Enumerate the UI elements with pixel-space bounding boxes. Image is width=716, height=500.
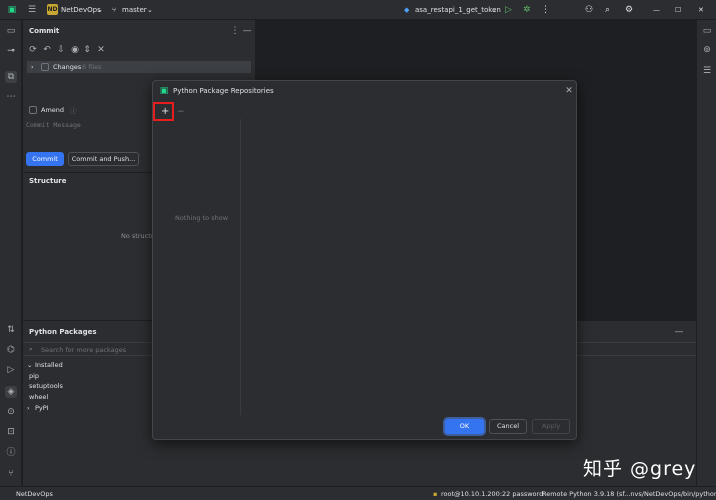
- dialog-app-icon: ▣: [159, 86, 169, 96]
- pycharm-logo-icon: ▣: [7, 5, 17, 15]
- changes-checkbox[interactable]: [41, 63, 49, 71]
- rollback-icon[interactable]: ↶: [41, 44, 53, 56]
- amend-checkbox[interactable]: [29, 106, 37, 114]
- python-console-icon[interactable]: ⌬: [5, 344, 17, 356]
- bottom-panel-hide-icon[interactable]: —: [673, 326, 685, 338]
- changes-label: Changes: [53, 63, 82, 71]
- remove-repository-button[interactable]: −: [177, 107, 185, 117]
- right-tool-strip: ▭ ⊚ ☰: [696, 20, 716, 486]
- installed-expand-chevron-icon[interactable]: ⌄: [27, 361, 32, 369]
- notifications-icon[interactable]: ▭: [701, 25, 713, 37]
- cancel-button[interactable]: Cancel: [489, 419, 527, 434]
- main-menu-icon[interactable]: ☰: [26, 4, 38, 16]
- expand-all-icon[interactable]: ⇕: [81, 44, 93, 56]
- python-package-repositories-dialog: ▣ Python Package Repositories ✕ + − Noth…: [152, 80, 577, 440]
- project-selector[interactable]: NetDevOps: [61, 4, 101, 16]
- package-item[interactable]: setuptools: [29, 382, 63, 390]
- search-icon[interactable]: ⌕: [605, 4, 610, 16]
- package-item[interactable]: pip: [29, 372, 39, 380]
- structure-panel-title: Structure: [29, 177, 67, 185]
- minimize-window-icon[interactable]: —: [653, 4, 660, 16]
- commit-panel-title: Commit: [29, 27, 60, 35]
- python-config-icon: ◆: [404, 6, 410, 14]
- repository-list-empty-text: Nothing to show: [175, 214, 229, 222]
- commit-and-push-button[interactable]: Commit and Push...: [68, 152, 139, 166]
- package-search-icon: ⌕: [29, 345, 33, 353]
- commit-button[interactable]: Commit: [26, 152, 64, 166]
- collapse-all-icon[interactable]: ✕: [95, 44, 107, 56]
- amend-label: Amend: [41, 106, 65, 114]
- commit-tool-icon[interactable]: ⊸: [5, 45, 17, 57]
- apply-button[interactable]: Apply: [532, 419, 570, 434]
- python-packages-icon[interactable]: ◈: [5, 386, 17, 398]
- git-icon[interactable]: ⑂: [5, 468, 17, 480]
- maximize-window-icon[interactable]: ☐: [675, 4, 681, 16]
- dialog-close-icon[interactable]: ✕: [563, 85, 575, 97]
- close-window-icon[interactable]: ✕: [698, 4, 704, 16]
- status-ssh-connection[interactable]: root@10.10.1.200:22 password: [441, 490, 543, 498]
- structure-empty-text: No structu: [121, 232, 155, 240]
- services-icon[interactable]: ⊙: [5, 406, 17, 418]
- vcs-pull-icon[interactable]: ⇅: [5, 324, 17, 336]
- project-tool-icon[interactable]: ▭: [5, 25, 17, 37]
- package-search-input[interactable]: Search for more packages: [41, 346, 126, 354]
- run-tool-icon[interactable]: ▷: [5, 364, 17, 376]
- dialog-title: Python Package Repositories: [173, 87, 274, 95]
- update-icon[interactable]: ⇩: [55, 44, 67, 56]
- panel-options-icon[interactable]: ⋮: [229, 25, 241, 37]
- branch-icon: ⑂: [112, 6, 117, 14]
- status-project-breadcrumb[interactable]: NetDevOps: [16, 490, 53, 498]
- more-actions-icon[interactable]: ⋮: [541, 4, 550, 16]
- show-diff-icon[interactable]: ◉: [69, 44, 81, 56]
- package-item[interactable]: wheel: [29, 393, 48, 401]
- run-config-selector[interactable]: asa_restapi_1_get_token: [415, 4, 501, 16]
- run-config-chevron-icon[interactable]: ⌄: [491, 4, 497, 16]
- changes-expand-chevron-icon[interactable]: ›: [31, 63, 34, 71]
- commit-message-input[interactable]: Commit Message: [26, 121, 81, 129]
- repository-list[interactable]: Nothing to show: [154, 119, 241, 415]
- ok-button[interactable]: OK: [445, 419, 484, 434]
- amend-help-icon[interactable]: ⓘ: [70, 105, 77, 115]
- left-tool-strip: ▭ ⊸ ⧉ ⋯ ⇅ ⌬ ▷ ◈ ⊙ ⊡ ⓘ ⑂: [0, 20, 22, 486]
- terminal-icon[interactable]: ⊡: [5, 426, 17, 438]
- python-packages-title: Python Packages: [29, 328, 97, 336]
- changes-count: 6 files: [82, 63, 102, 71]
- structure-tool-icon[interactable]: ⧉: [5, 71, 17, 83]
- pypi-group-label[interactable]: PyPI: [35, 404, 49, 412]
- settings-gear-icon[interactable]: ⚙: [625, 4, 633, 16]
- status-python-interpreter[interactable]: Remote Python 3.9.18 (sf...nvs/NetDevOps…: [542, 490, 716, 498]
- debug-icon[interactable]: ✲: [523, 4, 531, 16]
- lock-icon: ▪: [433, 490, 438, 498]
- refresh-icon[interactable]: ⟳: [27, 44, 39, 56]
- installed-group-label[interactable]: Installed: [35, 361, 63, 369]
- add-user-icon[interactable]: ⚇: [585, 4, 593, 16]
- changes-row[interactable]: › Changes 6 files: [27, 61, 251, 73]
- project-badge: ND: [47, 4, 58, 15]
- ai-assistant-icon[interactable]: ⊚: [701, 44, 713, 56]
- title-bar: ▣ ☰ ND NetDevOps ⌄ ⑂ master ⌄ ◆ asa_rest…: [0, 0, 716, 20]
- pypi-expand-chevron-icon[interactable]: ›: [27, 404, 30, 412]
- branch-selector[interactable]: master: [122, 4, 147, 16]
- more-tools-icon[interactable]: ⋯: [5, 91, 17, 103]
- branch-chevron-icon[interactable]: ⌄: [147, 4, 153, 16]
- run-icon[interactable]: ▷: [505, 4, 512, 16]
- watermark: 知乎 @grey: [583, 458, 697, 480]
- project-chevron-icon[interactable]: ⌄: [97, 4, 103, 16]
- status-bar: NetDevOps ▪ root@10.10.1.200:22 password…: [0, 486, 716, 500]
- problems-icon[interactable]: ⓘ: [5, 447, 17, 459]
- panel-hide-icon[interactable]: —: [241, 25, 253, 37]
- database-icon[interactable]: ☰: [701, 65, 713, 77]
